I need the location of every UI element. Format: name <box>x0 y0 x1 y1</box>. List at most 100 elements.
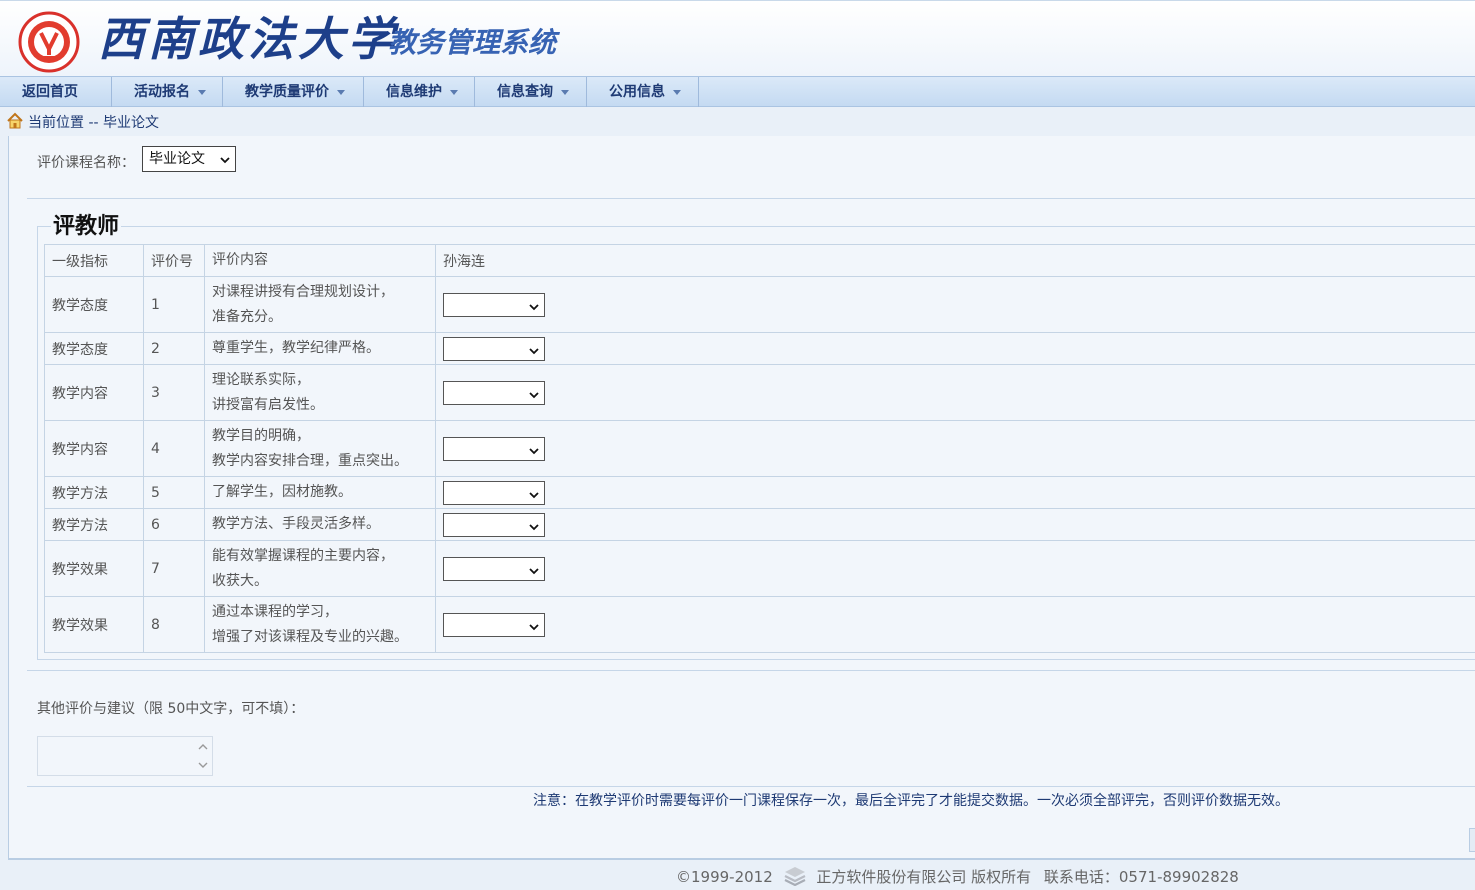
row-content-line: 尊重学生，教学纪律严格。 <box>212 340 380 356</box>
scroll-edge <box>1469 828 1475 852</box>
row-rating-cell <box>435 276 1475 333</box>
chevron-down-icon <box>673 89 681 95</box>
row-content-line: 收获大。 <box>212 572 268 589</box>
course-select-value: 毕业论文 <box>149 151 205 167</box>
row-content-line: 对课程讲授有合理规划设计， <box>212 283 394 300</box>
company-logo-icon <box>784 867 806 886</box>
nav-teaching-evaluation[interactable]: 教学质量评价 <box>223 77 364 107</box>
row-content: 了解学生，因材施教。 <box>204 476 436 509</box>
table-row: 教学态度 2 尊重学生，教学纪律严格。 <box>44 332 1475 365</box>
rating-select[interactable] <box>443 336 545 361</box>
university-name: 西南政法大学 <box>98 12 398 66</box>
chevron-down-icon <box>529 623 539 630</box>
row-content: 教学目的明确， 教学内容安排合理，重点突出。 <box>204 420 436 477</box>
row-content-line: 教学内容安排合理，重点突出。 <box>212 452 408 469</box>
table-row: 教学方法 5 了解学生，因材施教。 <box>44 476 1475 509</box>
row-content-line: 讲授富有启发性。 <box>212 396 324 413</box>
row-category: 教学态度 <box>44 276 144 333</box>
divider <box>27 786 1475 787</box>
rating-select[interactable] <box>443 556 545 581</box>
breadcrumb: 当前位置 -- 毕业论文 <box>6 112 159 134</box>
nav-info-query[interactable]: 信息查询 <box>475 77 587 107</box>
page-header: 西南政法大学 教务管理系统 <box>0 0 1475 76</box>
row-content-line: 理论联系实际， <box>212 371 310 388</box>
section-title: 评教师 <box>51 214 122 240</box>
row-content-line: 教学方法、手段灵活多样。 <box>212 516 380 532</box>
rating-select[interactable] <box>443 292 545 317</box>
row-number: 4 <box>143 420 205 477</box>
chevron-up-icon[interactable] <box>197 741 209 753</box>
row-rating-cell <box>435 508 1475 541</box>
nav-activity-signup[interactable]: 活动报名 <box>112 77 223 107</box>
table-row: 教学方法 6 教学方法、手段灵活多样。 <box>44 508 1475 541</box>
suggestion-label: 其他评价与建议（限 50中文字，可不填）： <box>37 701 305 717</box>
chevron-down-icon <box>198 89 206 95</box>
evaluation-note: 注意：在教学评价时需要每评价一门课程保存一次，最后全评完了才能提交数据。一次必须… <box>533 793 1289 809</box>
col-header-teacher: 孙海连 <box>435 244 1475 277</box>
course-select[interactable]: 毕业论文 <box>142 146 236 172</box>
row-content: 通过本课程的学习， 增强了对该课程及专业的兴趣。 <box>204 596 436 653</box>
university-seal-icon <box>18 11 80 73</box>
footer-copyright: ©1999-2012 <box>676 868 773 886</box>
chevron-down-icon <box>220 157 230 164</box>
row-number: 6 <box>143 508 205 541</box>
chevron-down-icon <box>529 447 539 454</box>
chevron-down-icon <box>529 347 539 354</box>
row-content-line: 通过本课程的学习， <box>212 603 338 620</box>
nav-info-maintenance[interactable]: 信息维护 <box>364 77 475 107</box>
row-category: 教学方法 <box>44 476 144 509</box>
row-rating-cell <box>435 420 1475 477</box>
rating-select[interactable] <box>443 380 545 405</box>
row-content: 尊重学生，教学纪律严格。 <box>204 332 436 365</box>
table-row: 教学内容 3 理论联系实际， 讲授富有启发性。 <box>44 364 1475 421</box>
col-header-content: 评价内容 <box>204 244 436 277</box>
row-number: 3 <box>143 364 205 421</box>
table-row: 教学内容 4 教学目的明确， 教学内容安排合理，重点突出。 <box>44 420 1475 477</box>
row-rating-cell <box>435 476 1475 509</box>
suggestion-textarea[interactable] <box>37 736 213 776</box>
breadcrumb-prefix: 当前位置 -- <box>28 115 104 131</box>
nav-teaching-evaluation-label: 教学质量评价 <box>245 84 329 100</box>
table-row: 教学效果 7 能有效掌握课程的主要内容， 收获大。 <box>44 540 1475 597</box>
chevron-down-icon <box>450 89 458 95</box>
row-category: 教学方法 <box>44 508 144 541</box>
chevron-down-icon[interactable] <box>197 759 209 771</box>
row-category: 教学态度 <box>44 332 144 365</box>
row-number: 5 <box>143 476 205 509</box>
divider <box>27 670 1475 671</box>
evaluation-table: 一级指标 评价号 评价内容 孙海连 教学态度 1 对课程讲授有合理规划设计， 准备… <box>44 244 1475 653</box>
nav-info-maintenance-label: 信息维护 <box>386 84 442 100</box>
col-header-number: 评价号 <box>143 244 205 277</box>
row-number: 7 <box>143 540 205 597</box>
row-number: 8 <box>143 596 205 653</box>
rating-select[interactable] <box>443 512 545 537</box>
chevron-down-icon <box>561 89 569 95</box>
table-header-row: 一级指标 评价号 评价内容 孙海连 <box>44 244 1475 277</box>
nav-home[interactable]: 返回首页 <box>0 77 112 107</box>
chevron-down-icon <box>337 89 345 95</box>
chevron-down-icon <box>529 567 539 574</box>
table-row: 教学态度 1 对课程讲授有合理规划设计， 准备充分。 <box>44 276 1475 333</box>
rating-select[interactable] <box>443 436 545 461</box>
col-header-category: 一级指标 <box>44 244 144 277</box>
row-content-line: 教学目的明确， <box>212 427 310 444</box>
nav-activity-signup-label: 活动报名 <box>134 84 190 100</box>
nav-info-query-label: 信息查询 <box>497 84 553 100</box>
row-number: 1 <box>143 276 205 333</box>
row-rating-cell <box>435 596 1475 653</box>
chevron-down-icon <box>529 523 539 530</box>
rating-select[interactable] <box>443 612 545 637</box>
row-rating-cell <box>435 364 1475 421</box>
row-category: 教学内容 <box>44 364 144 421</box>
row-content-line: 准备充分。 <box>212 308 282 325</box>
course-select-label: 评价课程名称： <box>37 155 135 171</box>
breadcrumb-current: 毕业论文 <box>103 115 160 131</box>
footer-company: 正方软件股份有限公司 版权所有 <box>816 868 1032 886</box>
row-content: 能有效掌握课程的主要内容， 收获大。 <box>204 540 436 597</box>
rating-select[interactable] <box>443 480 545 505</box>
nav-public-info[interactable]: 公用信息 <box>587 77 699 107</box>
nav-home-label: 返回首页 <box>22 84 78 100</box>
nav-public-info-label: 公用信息 <box>609 84 665 100</box>
home-icon <box>7 112 23 129</box>
row-number: 2 <box>143 332 205 365</box>
